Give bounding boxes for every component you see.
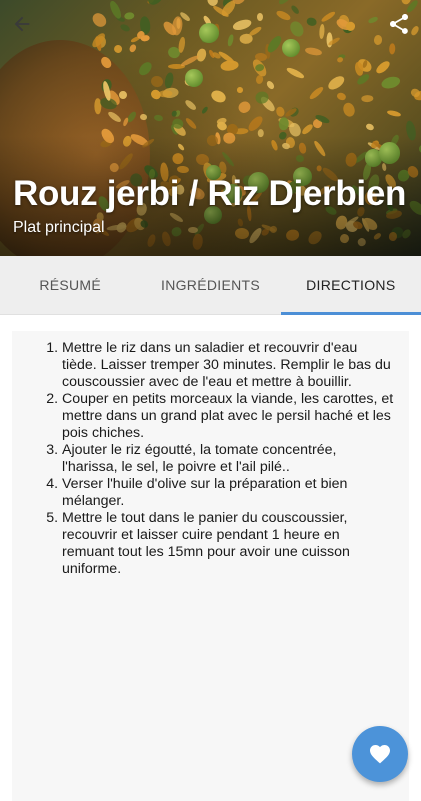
arrow-back-icon <box>11 13 33 35</box>
recipe-hero-image: Rouz jerbi / Riz Djerbien Plat principal <box>0 0 421 256</box>
rice-grain <box>149 75 163 89</box>
rice-grain <box>154 114 164 122</box>
direction-step: Mettre le tout dans le panier du couscou… <box>62 510 395 578</box>
rice-grain <box>210 88 228 105</box>
direction-step: Couper en petits morceaux la viande, les… <box>62 391 395 442</box>
rice-grain <box>325 73 346 92</box>
rice-grain <box>319 23 325 39</box>
rice-grain <box>237 87 244 93</box>
rice-grain <box>123 11 134 20</box>
rice-grain <box>305 47 323 57</box>
rice-grain <box>266 79 276 90</box>
rice-grain <box>137 60 154 78</box>
pea <box>185 69 203 87</box>
rice-grain <box>275 106 286 118</box>
rice-grain <box>119 91 127 99</box>
rice-grain <box>237 100 253 115</box>
pea <box>282 39 300 57</box>
rice-grain <box>288 19 306 39</box>
tab-resume[interactable]: RÉSUMÉ <box>0 256 140 314</box>
rice-grain <box>342 101 357 118</box>
directions-card: Mettre le riz dans un saladier et recouv… <box>12 331 409 801</box>
rice-grain <box>178 36 186 53</box>
rice-grain <box>108 0 123 21</box>
rice-grain <box>365 122 375 131</box>
rice-grain <box>90 10 109 29</box>
tab-directions[interactable]: DIRECTIONS <box>281 256 421 314</box>
rice-grain <box>276 9 292 22</box>
rice-grain <box>113 44 124 55</box>
rice-grain <box>171 16 183 36</box>
rice-grain <box>139 113 147 120</box>
directions-panel: Mettre le riz dans un saladier et recouv… <box>0 315 421 800</box>
direction-step: Verser l'huile d'olive sur la préparatio… <box>62 476 395 510</box>
rice-grain <box>163 72 174 89</box>
share-icon <box>387 12 411 36</box>
recipe-category: Plat principal <box>13 219 105 237</box>
rice-grain <box>373 35 382 46</box>
rice-grain <box>285 66 304 79</box>
directions-list: Mettre le riz dans un saladier et recouv… <box>12 331 409 578</box>
rice-grain <box>387 109 402 117</box>
rice-grain <box>232 18 252 32</box>
rice-grain <box>336 91 347 100</box>
rice-grain <box>119 23 131 33</box>
direction-step: Mettre le riz dans un saladier et recouv… <box>62 340 395 391</box>
rice-grain <box>265 34 283 55</box>
rice-grain <box>290 4 300 15</box>
tab-bar: RÉSUMÉ INGRÉDIENTS DIRECTIONS <box>0 256 421 315</box>
rice-grain <box>227 34 234 46</box>
rice-grain <box>128 43 137 53</box>
rice-grain <box>257 13 263 21</box>
recipe-title: Rouz jerbi / Riz Djerbien <box>13 174 406 214</box>
rice-grain <box>248 25 263 37</box>
rice-grain <box>221 60 240 72</box>
heart-icon <box>368 742 392 766</box>
rice-grain <box>183 99 197 112</box>
rice-grain <box>375 59 392 76</box>
rice-grain <box>308 85 325 101</box>
back-button[interactable] <box>6 8 38 40</box>
tab-ingredients[interactable]: INGRÉDIENTS <box>140 256 280 314</box>
pea <box>199 23 219 43</box>
rice-grain <box>380 75 401 91</box>
rice-grain <box>278 117 289 131</box>
rice-grain <box>360 95 373 103</box>
direction-step: Ajouter le riz égoutté, la tomate concen… <box>62 442 395 476</box>
rice-grain <box>367 16 378 24</box>
rice-grain <box>306 16 317 26</box>
rice-grain <box>185 116 198 130</box>
rice-grain <box>320 10 336 23</box>
rice-grain <box>390 43 396 54</box>
rice-grain <box>300 123 314 136</box>
share-button[interactable] <box>383 8 415 40</box>
rice-grain <box>200 106 208 115</box>
favorite-button[interactable] <box>352 726 408 782</box>
